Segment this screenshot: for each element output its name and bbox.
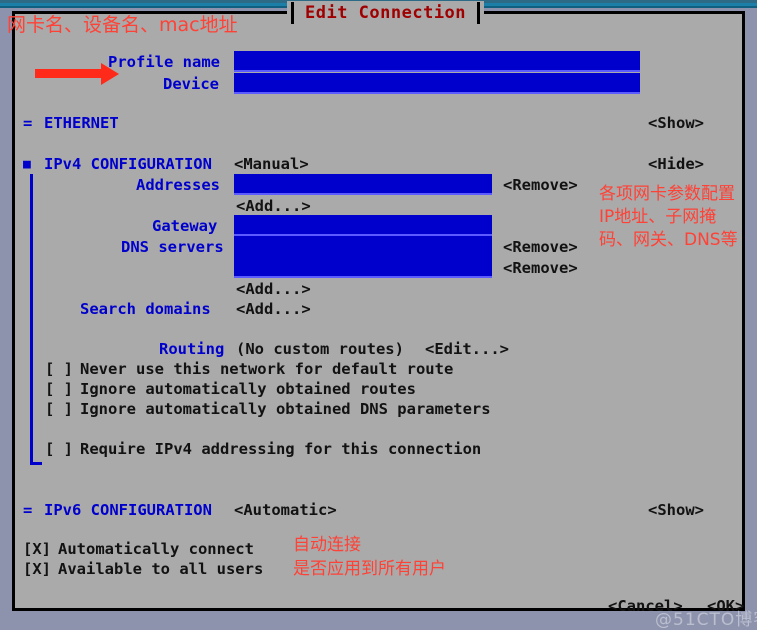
dns-remove-button-1[interactable]: <Remove> (503, 259, 578, 278)
address-input-0[interactable]: 192.168.88.60/24 (234, 174, 492, 195)
ipv4-indent-guide-foot (30, 462, 42, 465)
checkbox-all-users-label: Available to all users (58, 560, 264, 578)
edit-connection-dialog: Edit Connection 网卡名、设备名、mac地址 Profile na… (7, 1, 757, 630)
watermark: @51CTO博客 (655, 610, 757, 630)
gateway-label: Gateway (152, 217, 218, 235)
annotation-nic-identity: 网卡名、设备名、mac地址 (7, 14, 238, 36)
routing-label: Routing (159, 340, 225, 358)
ipv4-method-select[interactable]: <Manual> (234, 155, 309, 174)
ethernet-label: ETHERNET (44, 114, 119, 132)
page-title: Edit Connection (305, 3, 467, 23)
checkbox-require-ipv4-label: Require IPv4 addressing for this connect… (80, 440, 482, 458)
ipv6-method-select[interactable]: <Automatic> (234, 501, 337, 520)
device-input[interactable]: ens33 (00:0C:29:BF:86:2B) (234, 73, 640, 94)
checkbox-require-ipv4-state[interactable]: [ ] (45, 440, 73, 459)
red-arrow-shaft (35, 69, 103, 78)
annotation-auto-connect: 自动连接 (293, 535, 361, 555)
terminal-screen: Edit Connection 网卡名、设备名、mac地址 Profile na… (0, 0, 757, 630)
annotation-ipv4-params-line2: IP地址、子网掩 (599, 207, 717, 227)
ipv4-indent-guide (30, 174, 33, 465)
dns-value-1: 8.8.8.8 (292, 277, 357, 278)
address-add-button[interactable]: <Add...> (236, 197, 311, 216)
annotation-ipv4-params-line3: 码、网关、DNS等 (599, 230, 738, 250)
address-remove-button-0[interactable]: <Remove> (503, 176, 578, 195)
title-right-edge (477, 2, 481, 24)
routing-edit-button[interactable]: <Edit...> (425, 340, 509, 359)
dns-input-0[interactable]: 114.114.114.114 (234, 236, 492, 257)
dns-input-1[interactable]: 8.8.8.8 (234, 257, 492, 278)
dns-add-button[interactable]: <Add...> (236, 280, 311, 299)
addresses-label: Addresses (136, 176, 220, 194)
checkbox-ignore-routes-state[interactable]: [ ] (45, 380, 73, 399)
device-label: Device (163, 75, 219, 93)
ipv6-show-button[interactable]: <Show> (648, 501, 704, 520)
checkbox-ignore-dns-label: Ignore automatically obtained DNS parame… (80, 400, 491, 418)
ipv4-label: IPv4 CONFIGURATION (44, 155, 212, 173)
annotation-all-users: 是否应用到所有用户 (293, 559, 446, 579)
dns-servers-label: DNS servers (121, 238, 224, 256)
profile-name-input[interactable]: ens33 (234, 51, 640, 72)
dns-remove-button-0[interactable]: <Remove> (503, 238, 578, 257)
ipv6-marker: = (23, 501, 33, 519)
checkbox-never-default-route-label: Never use this network for default route (80, 360, 454, 378)
checkbox-all-users-state[interactable]: [X] (23, 560, 51, 579)
search-domains-add-button[interactable]: <Add...> (236, 300, 311, 319)
annotation-ipv4-params-line1: 各项网卡参数配置 (599, 184, 735, 204)
checkbox-auto-connect-label: Automatically connect (58, 540, 254, 558)
ipv4-marker: ■ (23, 157, 31, 172)
profile-name-value: ens33 (292, 71, 339, 72)
address-value-0: 192.168.88.60/24 (292, 194, 441, 195)
ipv4-hide-button[interactable]: <Hide> (648, 155, 704, 174)
routing-value: (No custom routes) (236, 340, 404, 358)
dialog-title-bar: Edit Connection (287, 1, 485, 25)
gateway-input[interactable]: 192.168.88.2 (234, 215, 492, 236)
checkbox-ignore-routes-label: Ignore automatically obtained routes (80, 380, 416, 398)
profile-name-label: Profile name (108, 53, 220, 71)
search-domains-label: Search domains (80, 300, 211, 318)
device-value: ens33 (00:0C:29:BF:86:2B) (292, 93, 525, 94)
ipv6-label: IPv6 CONFIGURATION (44, 501, 212, 519)
checkbox-auto-connect-state[interactable]: [X] (23, 540, 51, 559)
ethernet-show-button[interactable]: <Show> (648, 114, 704, 133)
checkbox-ignore-dns-state[interactable]: [ ] (45, 400, 73, 419)
checkbox-never-default-route-state[interactable]: [ ] (45, 360, 73, 379)
ethernet-marker: = (23, 114, 33, 132)
